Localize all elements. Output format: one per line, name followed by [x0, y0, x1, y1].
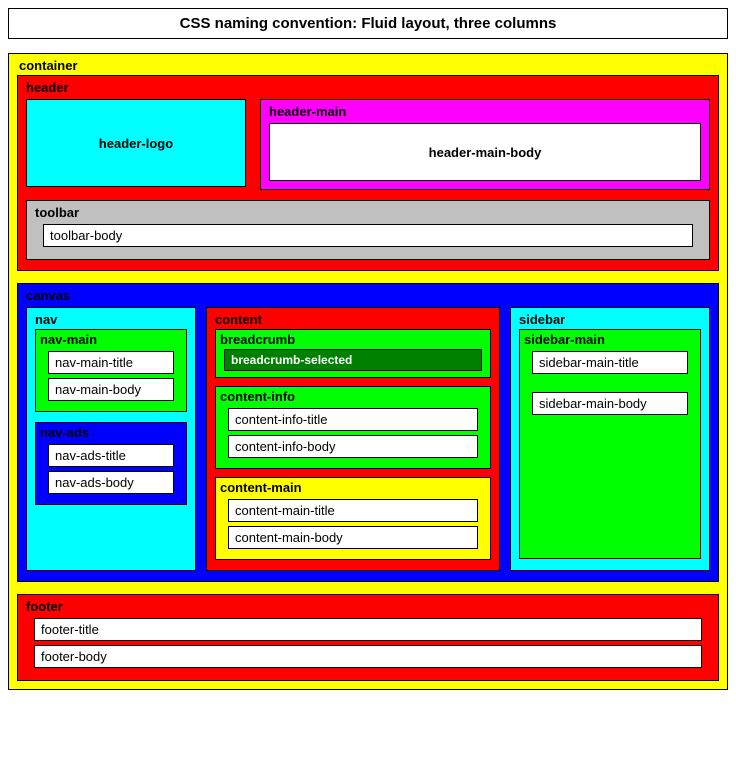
sidebar: sidebar sidebar-main sidebar-main-title …	[510, 307, 710, 571]
page-title: CSS naming convention: Fluid layout, thr…	[8, 8, 728, 39]
content-info-label: content-info	[220, 389, 486, 404]
header-main-label: header-main	[269, 104, 701, 123]
nav-ads-label: nav-ads	[40, 425, 182, 440]
content-main-label: content-main	[220, 480, 486, 495]
canvas: canvas nav nav-main nav-main-title nav-m…	[17, 283, 719, 582]
content: content breadcrumb breadcrumb-selected c…	[206, 307, 500, 571]
content-info-body: content-info-body	[228, 435, 478, 458]
nav: nav nav-main nav-main-title nav-main-bod…	[26, 307, 196, 571]
nav-main-label: nav-main	[40, 332, 182, 347]
sidebar-label: sidebar	[519, 312, 701, 329]
header-main: header-main header-main-body	[260, 99, 710, 190]
nav-ads: nav-ads nav-ads-title nav-ads-body	[35, 422, 187, 505]
footer: footer footer-title footer-body	[17, 594, 719, 681]
sidebar-main-body: sidebar-main-body	[532, 392, 688, 415]
footer-label: footer	[26, 599, 710, 614]
nav-main-body: nav-main-body	[48, 378, 174, 401]
content-info: content-info content-info-title content-…	[215, 386, 491, 469]
header: header header-logo header-main header-ma…	[17, 75, 719, 271]
content-main-body: content-main-body	[228, 526, 478, 549]
nav-ads-body: nav-ads-body	[48, 471, 174, 494]
content-main: content-main content-main-title content-…	[215, 477, 491, 560]
breadcrumb: breadcrumb breadcrumb-selected	[215, 329, 491, 378]
container-label: container	[17, 58, 719, 75]
breadcrumb-label: breadcrumb	[220, 332, 486, 347]
canvas-label: canvas	[26, 288, 710, 307]
header-main-body: header-main-body	[269, 123, 701, 181]
toolbar: toolbar toolbar-body	[26, 200, 710, 260]
container: container header header-logo header-main…	[8, 53, 728, 690]
content-info-title: content-info-title	[228, 408, 478, 431]
sidebar-main: sidebar-main sidebar-main-title sidebar-…	[519, 329, 701, 559]
nav-main-title: nav-main-title	[48, 351, 174, 374]
toolbar-label: toolbar	[35, 205, 701, 220]
nav-main: nav-main nav-main-title nav-main-body	[35, 329, 187, 412]
content-main-title: content-main-title	[228, 499, 478, 522]
content-label: content	[215, 312, 491, 329]
footer-title: footer-title	[34, 618, 702, 641]
nav-ads-title: nav-ads-title	[48, 444, 174, 467]
footer-body: footer-body	[34, 645, 702, 668]
sidebar-main-title: sidebar-main-title	[532, 351, 688, 374]
sidebar-main-label: sidebar-main	[524, 332, 696, 347]
header-logo: header-logo	[26, 99, 246, 187]
toolbar-body: toolbar-body	[43, 224, 693, 247]
header-label: header	[26, 80, 710, 99]
nav-label: nav	[35, 312, 187, 329]
breadcrumb-selected: breadcrumb-selected	[224, 349, 482, 371]
